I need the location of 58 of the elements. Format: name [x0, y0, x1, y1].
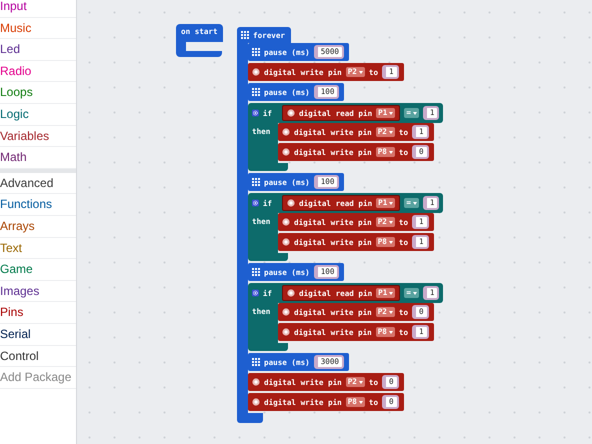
target-icon [252, 398, 260, 406]
caret-icon [412, 292, 417, 294]
caret-icon [358, 400, 363, 404]
grid-icon [252, 268, 260, 276]
category-item[interactable]: Serial [0, 324, 76, 346]
forever-block[interactable] [237, 27, 444, 423]
caret-icon [358, 380, 363, 384]
block-foot [248, 253, 288, 261]
gear-icon[interactable] [252, 288, 259, 298]
caret-icon [388, 130, 393, 134]
category-item[interactable]: Functions [0, 194, 76, 216]
caret-icon [388, 330, 393, 334]
caret-icon [389, 202, 394, 204]
target-icon [282, 128, 290, 136]
caret-icon [389, 112, 394, 114]
grid-icon [241, 31, 249, 39]
target-icon [282, 328, 290, 336]
caret-icon [388, 240, 393, 244]
category-item[interactable]: Pins [0, 302, 76, 324]
target-icon [282, 308, 290, 316]
category-item[interactable]: Input [0, 0, 76, 18]
category-item[interactable]: Text [0, 238, 76, 260]
target-icon [252, 68, 260, 76]
category-item[interactable]: Control [0, 346, 76, 368]
category-item[interactable]: Math [0, 147, 76, 169]
category-item[interactable]: Images [0, 280, 76, 302]
target-icon [287, 289, 295, 297]
target-icon [282, 218, 290, 226]
category-item[interactable]: Game [0, 259, 76, 281]
grid-icon [252, 48, 260, 56]
category-item[interactable]: Music [0, 18, 76, 40]
grid-icon [252, 88, 260, 96]
category-item[interactable]: Loops [0, 82, 76, 104]
caret-icon [412, 202, 417, 204]
grid-icon [252, 178, 260, 186]
caret-icon [388, 220, 393, 224]
caret-icon [388, 310, 393, 314]
target-icon [287, 109, 295, 117]
caret-icon [388, 150, 393, 154]
category-item[interactable]: Led [0, 39, 76, 61]
target-icon [287, 199, 295, 207]
category-item[interactable]: Variables [0, 126, 76, 148]
caret-icon [358, 70, 363, 74]
caret-icon [412, 112, 417, 114]
category-item[interactable]: Arrays [0, 216, 76, 238]
block-foot [248, 163, 288, 171]
gear-icon[interactable] [252, 198, 259, 208]
block-foot [237, 413, 263, 423]
target-icon [282, 238, 290, 246]
target-icon [282, 148, 290, 156]
grid-icon [252, 358, 260, 366]
block-foot [248, 343, 288, 351]
category-item[interactable]: Radio [0, 60, 76, 82]
gear-icon[interactable] [252, 108, 259, 118]
caret-icon [389, 292, 394, 294]
category-item[interactable]: Add Package [0, 367, 76, 389]
category-item[interactable]: Logic [0, 104, 76, 126]
target-icon [252, 378, 260, 386]
